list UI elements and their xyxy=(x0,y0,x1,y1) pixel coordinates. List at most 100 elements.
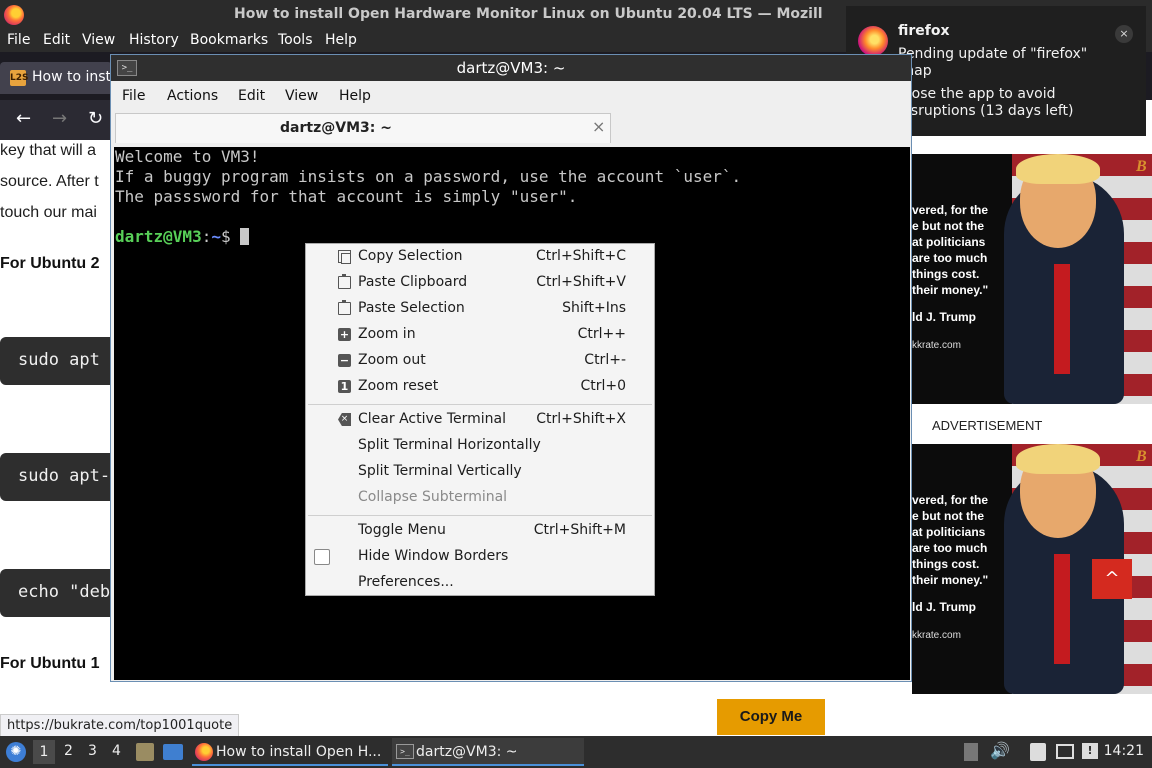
clock[interactable]: 14:21 xyxy=(1104,743,1144,759)
menu-item-shortcut: Ctrl+Shift+M xyxy=(533,522,626,538)
menu-item-paste-selection[interactable]: Paste Selection Shift+Ins xyxy=(306,296,654,322)
prompt-path: ~ xyxy=(211,227,221,246)
menu-item-toggle-menu[interactable]: Toggle Menu Ctrl+Shift+M xyxy=(306,518,654,544)
terminal-output-line: Welcome to VM3! xyxy=(115,147,260,166)
menu-item-label: Collapse Subterminal xyxy=(358,489,508,505)
menu-item-shortcut: Ctrl+- xyxy=(584,352,626,368)
firefox-window-title: How to install Open Hardware Monitor Lin… xyxy=(234,6,823,22)
terminal-output-line: If a buggy program insists on a password… xyxy=(115,167,742,186)
ad-quote: vered, for the e but not the at politici… xyxy=(912,493,989,587)
terminal-menu-help[interactable]: Help xyxy=(339,88,371,104)
firefox-tab-label: How to insta xyxy=(32,69,120,85)
menu-item-label: Toggle Menu xyxy=(358,522,446,538)
menu-item-label: Split Terminal Horizontally xyxy=(358,437,541,453)
terminal-titlebar[interactable]: >_ dartz@VM3: ~ xyxy=(111,55,911,81)
menu-item-hide-borders[interactable]: Hide Window Borders xyxy=(306,544,654,570)
menu-item-label: Zoom reset xyxy=(358,378,439,394)
menu-item-label: Preferences... xyxy=(358,574,454,590)
firefox-menu-help[interactable]: Help xyxy=(325,32,357,48)
menu-item-clear-terminal[interactable]: × Clear Active Terminal Ctrl+Shift+X xyxy=(306,407,654,433)
ad-quote: vered, for the e but not the at politici… xyxy=(912,203,989,297)
terminal-tab-label: dartz@VM3: ~ xyxy=(280,120,392,136)
zoom-out-icon: − xyxy=(338,354,351,367)
workspace-2[interactable]: 2 xyxy=(64,743,73,759)
display-icon[interactable] xyxy=(1056,744,1074,759)
menu-item-split-vertical[interactable]: Split Terminal Vertically xyxy=(306,459,654,485)
back-arrow-icon[interactable]: ← xyxy=(16,108,31,129)
firefox-menu-view[interactable]: View xyxy=(82,32,115,48)
advertisement-label: ADVERTISEMENT xyxy=(932,418,1043,433)
prompt-separator: : xyxy=(201,227,212,246)
zoom-reset-icon: 1 xyxy=(338,380,351,393)
hide-borders-checkbox[interactable] xyxy=(314,549,330,565)
advertisement-image[interactable]: vered, for the e but not the at politici… xyxy=(912,154,1152,404)
copy-me-button[interactable]: Copy Me xyxy=(717,699,825,735)
terminal-menubar: File Actions Edit View Help xyxy=(111,81,911,111)
clear-icon: × xyxy=(338,413,351,426)
context-menu: Copy Selection Ctrl+Shift+C Paste Clipboa… xyxy=(305,243,655,596)
menu-item-label: Zoom in xyxy=(358,326,416,342)
show-desktop-icon[interactable] xyxy=(163,744,183,760)
menu-item-preferences[interactable]: Preferences... xyxy=(306,570,654,596)
firefox-tab[interactable]: L2S How to insta xyxy=(0,62,120,94)
clipboard-icon[interactable] xyxy=(1030,743,1046,761)
firefox-menu-file[interactable]: File xyxy=(7,32,30,48)
close-tab-icon[interactable]: × xyxy=(592,117,605,136)
code-text: sudo apt xyxy=(18,350,100,370)
taskbar-firefox[interactable]: How to install Open H... xyxy=(192,738,388,766)
menu-item-shortcut: Ctrl+0 xyxy=(580,378,626,394)
ad-brand-logo: B xyxy=(1136,448,1147,465)
paste-icon xyxy=(338,274,351,289)
menu-separator xyxy=(308,515,652,516)
firefox-logo-icon xyxy=(858,26,888,56)
firefox-menu-bookmarks[interactable]: Bookmarks xyxy=(190,32,268,48)
workspace-1[interactable]: 1 xyxy=(33,740,55,764)
forward-arrow-icon[interactable]: → xyxy=(52,108,67,129)
taskbar-task-label: How to install Open H... xyxy=(216,744,382,760)
scroll-to-top-button[interactable]: ^ xyxy=(1092,559,1132,599)
menu-item-collapse-subterminal: Collapse Subterminal xyxy=(306,485,654,511)
site-favicon-icon: L2S xyxy=(10,70,28,86)
menu-item-zoom-reset[interactable]: 1 Zoom reset Ctrl+0 xyxy=(306,374,654,400)
notification-message: Pending update of "firefox" snap xyxy=(898,46,1088,79)
network-icon[interactable] xyxy=(964,743,978,761)
taskbar-terminal[interactable]: >_ dartz@VM3: ~ xyxy=(392,738,584,766)
firefox-menu-edit[interactable]: Edit xyxy=(43,32,70,48)
firefox-logo-icon xyxy=(4,5,24,25)
menu-item-label: Split Terminal Vertically xyxy=(358,463,522,479)
menu-item-paste-clipboard[interactable]: Paste Clipboard Ctrl+Shift+V xyxy=(306,270,654,296)
workspace-4[interactable]: 4 xyxy=(112,743,121,759)
menu-item-copy-selection[interactable]: Copy Selection Ctrl+Shift+C xyxy=(306,244,654,270)
menu-item-shortcut: Ctrl+Shift+C xyxy=(536,248,626,264)
volume-icon[interactable]: 🔊 xyxy=(990,741,1010,760)
start-menu-icon[interactable]: ✺ xyxy=(6,742,26,762)
workspace-3[interactable]: 3 xyxy=(88,743,97,759)
prompt-symbol: $ xyxy=(220,227,241,246)
tie-graphic xyxy=(1054,264,1070,374)
page-heading: For Ubuntu 2 xyxy=(0,255,100,272)
terminal-menu-file[interactable]: File xyxy=(122,88,145,104)
menu-item-zoom-in[interactable]: + Zoom in Ctrl++ xyxy=(306,322,654,348)
firefox-menu-history[interactable]: History xyxy=(129,32,179,48)
terminal-menu-edit[interactable]: Edit xyxy=(238,88,265,104)
code-text: echo "deb xyxy=(18,582,111,602)
menu-item-zoom-out[interactable]: − Zoom out Ctrl+- xyxy=(306,348,654,374)
notification-message: Close the app to avoid disruptions (13 d… xyxy=(898,86,1074,119)
close-icon[interactable]: × xyxy=(1115,25,1133,43)
terminal-icon: >_ xyxy=(396,744,414,759)
menu-item-split-horizontal[interactable]: Split Terminal Horizontally xyxy=(306,433,654,459)
menu-separator xyxy=(308,404,652,405)
menu-item-label: Paste Selection xyxy=(358,300,465,316)
notification-icon[interactable]: ! xyxy=(1082,743,1098,759)
firefox-navbar: ← → ↻ xyxy=(0,100,112,140)
file-manager-icon[interactable] xyxy=(136,743,154,761)
ad-name: ld J. Trump xyxy=(912,600,977,614)
reload-icon[interactable]: ↻ xyxy=(88,108,103,129)
terminal-menu-actions[interactable]: Actions xyxy=(167,88,218,104)
terminal-menu-view[interactable]: View xyxy=(285,88,318,104)
firefox-menu-tools[interactable]: Tools xyxy=(278,32,313,48)
menu-item-shortcut: Ctrl+Shift+X xyxy=(536,411,626,427)
hair-graphic xyxy=(1016,154,1100,184)
code-text: sudo apt- xyxy=(18,466,111,486)
terminal-tab[interactable]: dartz@VM3: ~ × xyxy=(115,113,611,143)
